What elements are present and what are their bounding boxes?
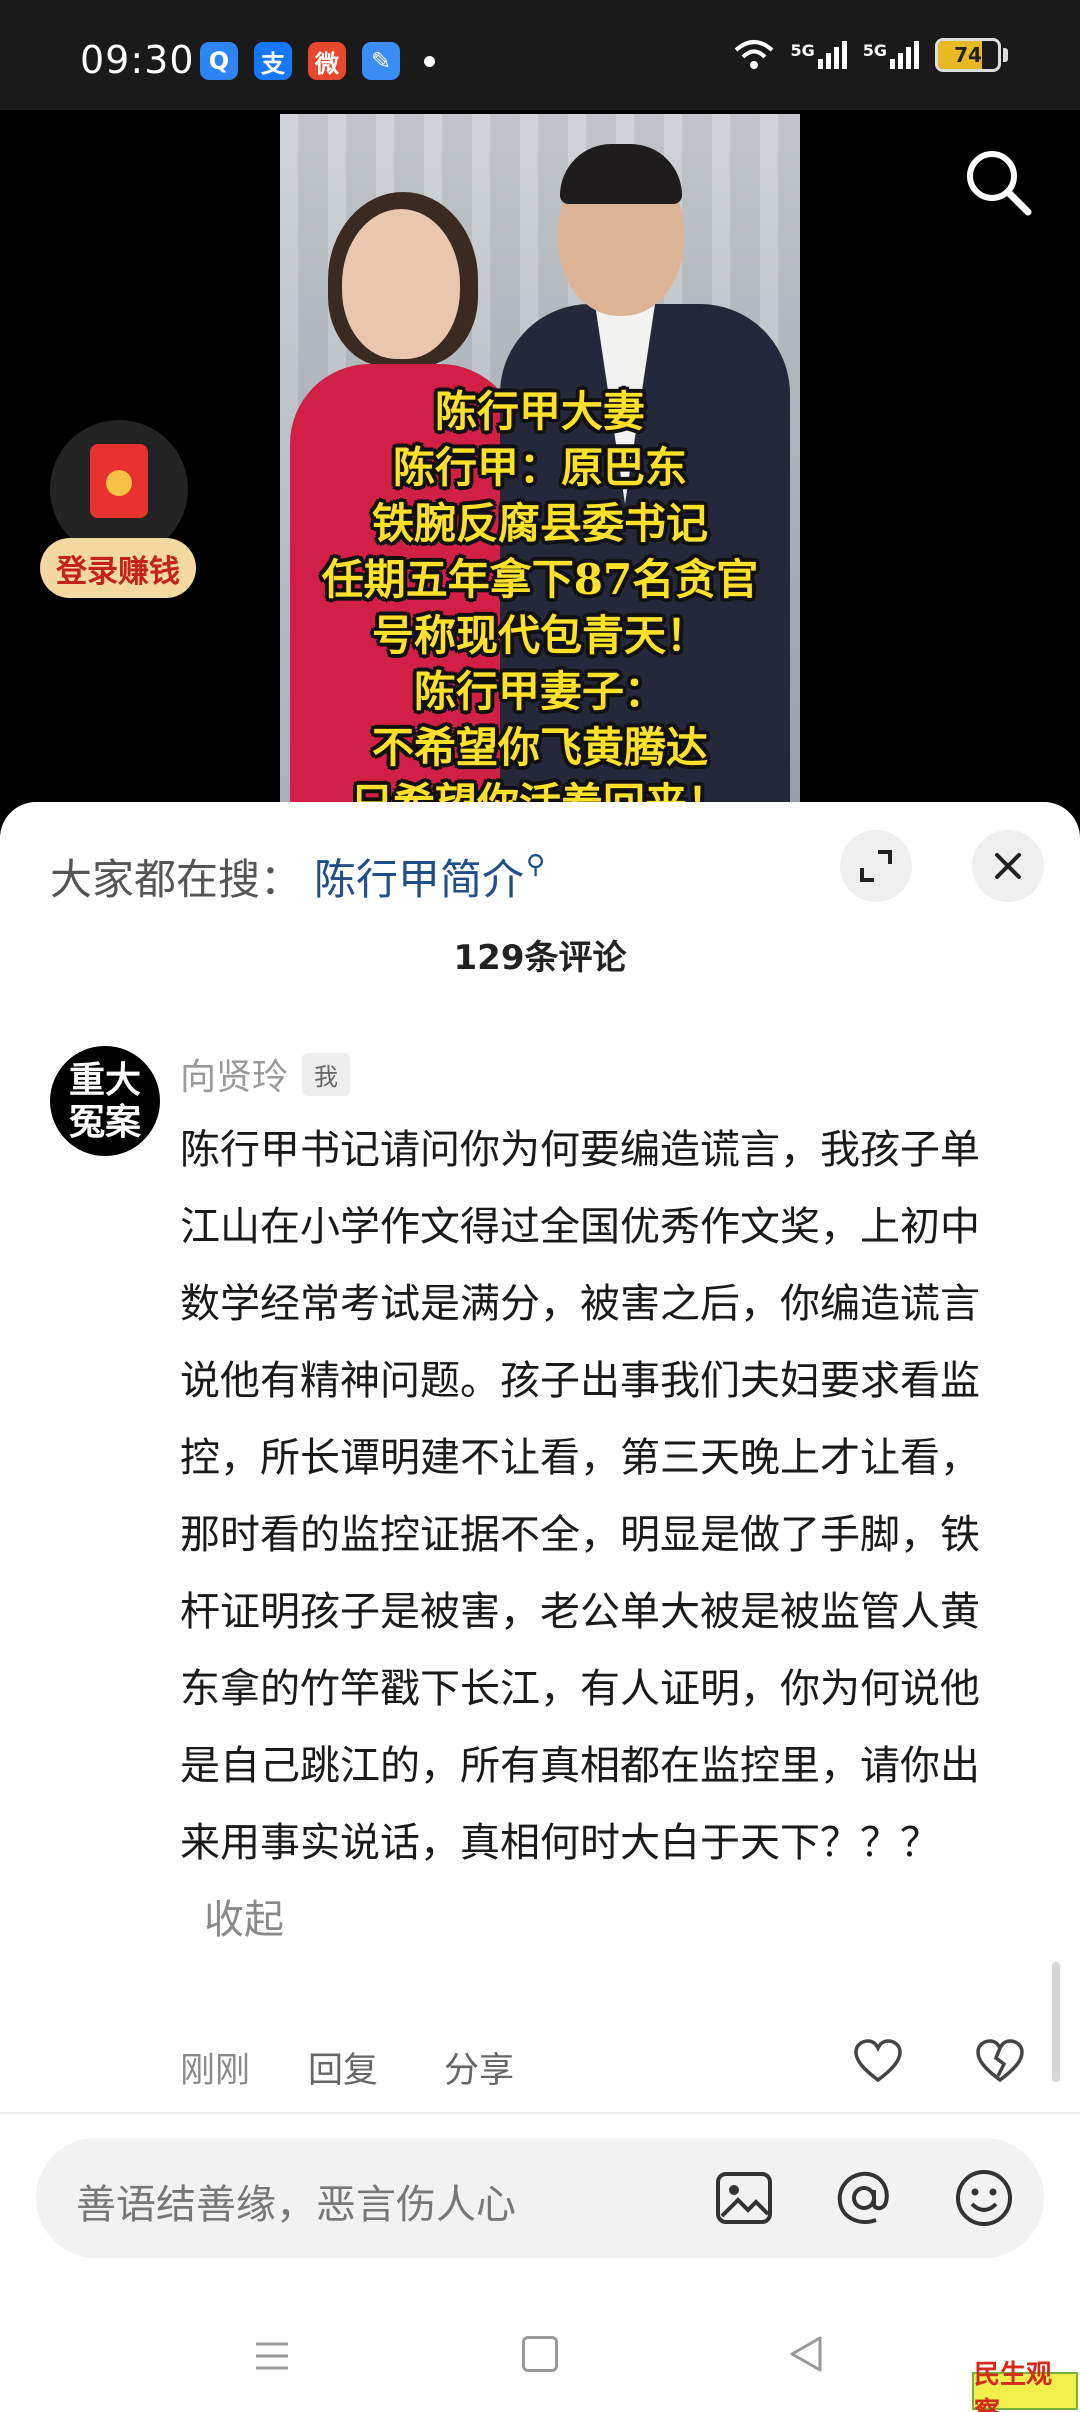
watermark-logo: 民生观察 (972, 2360, 1078, 2412)
expand-button[interactable] (840, 830, 912, 902)
caption-line: 陈行甲：原巴东 (392, 443, 687, 492)
caption-line: 不希望你飞黄腾达 (371, 723, 708, 772)
status-app-icons: Q 支 微 ✎ (200, 42, 435, 80)
comment-meta-row: 刚刚 回复 分享 (180, 2039, 1060, 2102)
expand-icon (860, 850, 892, 882)
video-player[interactable]: 陈行甲大妻 陈行甲：原巴东 铁腕反腐县委书记 任期五年拿下87名贪官 号称现代包… (0, 110, 1080, 810)
comment-time: 刚刚 (180, 2051, 251, 2091)
battery-icon: 74 (935, 38, 1001, 72)
search-icon[interactable] (960, 144, 1036, 220)
battery-tip (1003, 48, 1008, 62)
close-icon (995, 853, 1021, 879)
like-heart-icon[interactable] (852, 2036, 904, 2088)
avatar[interactable]: 重大 冤案 (50, 1046, 160, 1156)
login-earn-red-packet-button[interactable]: 登录赚钱 (40, 420, 196, 600)
caption-line: 号称现代包青天！ (371, 611, 708, 660)
caption-line: 铁腕反腐县委书记 (371, 499, 708, 548)
mention-at-icon[interactable] (832, 2166, 896, 2230)
comment-input-field[interactable]: 善语结善缘，恶言伤人心 (36, 2138, 1044, 2258)
comment-count: 129条评论 (453, 938, 627, 978)
comments-sheet: 大家都在搜： 陈行甲简介 ⚲ 129条评论 重大 冤案 向贤玲 我 陈行甲书记请… (0, 802, 1080, 2412)
status-time: 09:30 (80, 38, 195, 82)
image-icon[interactable] (712, 2166, 776, 2230)
avatar-text-line: 冤案 (68, 1101, 141, 1143)
scrollbar[interactable] (1052, 1962, 1060, 2082)
wifi-icon (735, 40, 774, 69)
search-small-icon: ⚲ (526, 849, 546, 880)
emoji-icon[interactable] (952, 2166, 1016, 2230)
video-caption: 陈行甲大妻 陈行甲：原巴东 铁腕反腐县委书记 任期五年拿下87名贪官 号称现代包… (280, 384, 800, 810)
signal-5g-1-icon: 5G (790, 41, 847, 69)
status-bar: 09:30 Q 支 微 ✎ 5G 5G 74 (0, 0, 1080, 110)
red-envelope-seal (106, 470, 132, 496)
collapse-link[interactable]: 收起 (204, 1897, 284, 1943)
woman-face-shape (342, 209, 460, 359)
signal-5g-2-icon: 5G (863, 41, 919, 69)
more-notifications-dot (424, 55, 435, 67)
hot-search-link[interactable]: 陈行甲简介 (314, 846, 524, 907)
back-nav-icon[interactable] (786, 2334, 826, 2374)
comment-text: 陈行甲书记请问你为何要编造谎言，我孩子单江山在小学作文得过全国优秀作文奖，上初中… (180, 1112, 1000, 1959)
weibo-icon: 微 (308, 42, 346, 80)
avatar-text-line: 重大 (68, 1059, 141, 1101)
share-button[interactable]: 分享 (444, 2042, 514, 2093)
system-nav-bar (0, 2302, 1080, 2412)
notes-app-icon: ✎ (362, 42, 400, 80)
alipay-icon: 支 (254, 42, 292, 80)
signal-5g-2-label: 5G (862, 41, 887, 60)
status-right: 5G 5G 74 (734, 38, 1008, 72)
hot-search-prefix: 大家都在搜： (50, 855, 303, 904)
home-nav-icon[interactable] (522, 2336, 558, 2372)
close-button[interactable] (972, 830, 1044, 902)
caption-line: 陈行甲妻子： (413, 667, 666, 716)
comment-input-placeholder: 善语结善缘，恶言伤人心 (76, 2182, 516, 2228)
caption-line: 陈行甲大妻 (434, 387, 645, 436)
divider (0, 2112, 1080, 2114)
me-badge: 我 (302, 1052, 351, 1096)
caption-line: 任期五年拿下87名贪官 (321, 555, 759, 604)
comment-author-row: 向贤玲 我 (180, 1048, 351, 1100)
signal-5g-1-label: 5G (790, 41, 815, 60)
video-frame[interactable]: 陈行甲大妻 陈行甲：原巴东 铁腕反腐县委书记 任期五年拿下87名贪官 号称现代包… (280, 114, 800, 810)
hot-search-row[interactable]: 大家都在搜： 陈行甲简介 ⚲ (50, 846, 545, 907)
comment-username[interactable]: 向贤玲 (180, 1048, 288, 1100)
menu-nav-icon[interactable] (252, 2336, 292, 2376)
qq-browser-icon: Q (200, 42, 238, 80)
dislike-broken-heart-icon[interactable] (974, 2036, 1026, 2088)
battery-level: 74 (954, 43, 982, 67)
login-earn-label: 登录赚钱 (40, 538, 196, 598)
reply-button[interactable]: 回复 (308, 2042, 378, 2093)
comment-body-text: 陈行甲书记请问你为何要编造谎言，我孩子单江山在小学作文得过全国优秀作文奖，上初中… (180, 1127, 980, 1866)
